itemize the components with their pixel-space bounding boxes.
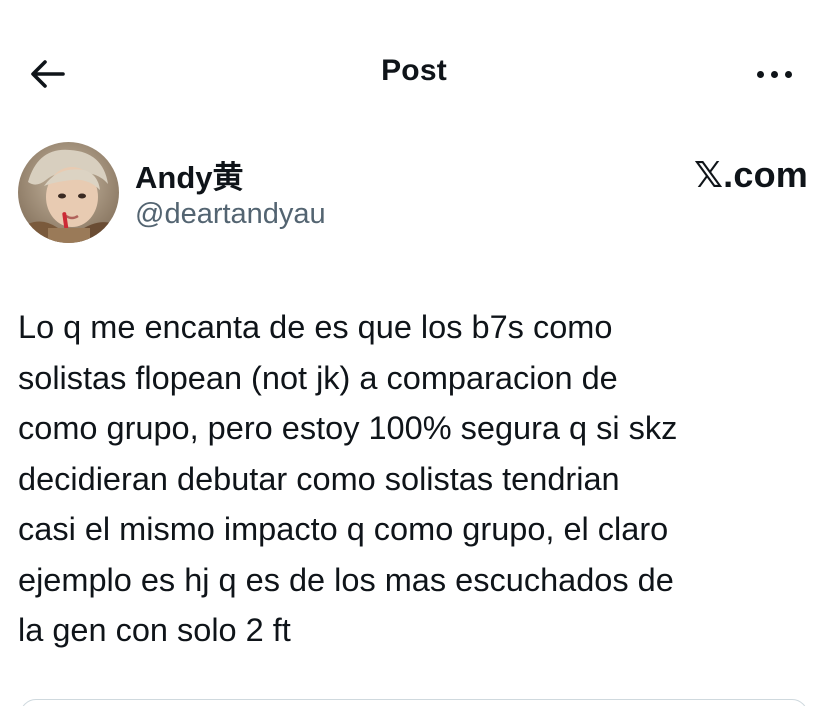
post-text: Lo q me encanta de es que los b7s como s… [18,309,678,648]
author-name[interactable]: Andy黄 [135,152,244,197]
more-options-button[interactable] [748,54,800,94]
author-handle[interactable]: @deartandyau [135,198,326,231]
more-horizontal-icon [753,70,795,78]
x-com-watermark: 𝕏.com [693,154,808,195]
post-screen: Post Andy黄 @deartandyau 𝕏.com Lo q me en… [0,0,828,706]
embedded-card-edge [20,699,808,706]
page-title: Post [381,54,447,87]
post-author: Andy黄 @deartandyau 𝕏.com [18,142,808,244]
avatar-photo [18,142,119,243]
top-bar: Post [0,40,828,108]
avatar[interactable] [18,142,119,243]
